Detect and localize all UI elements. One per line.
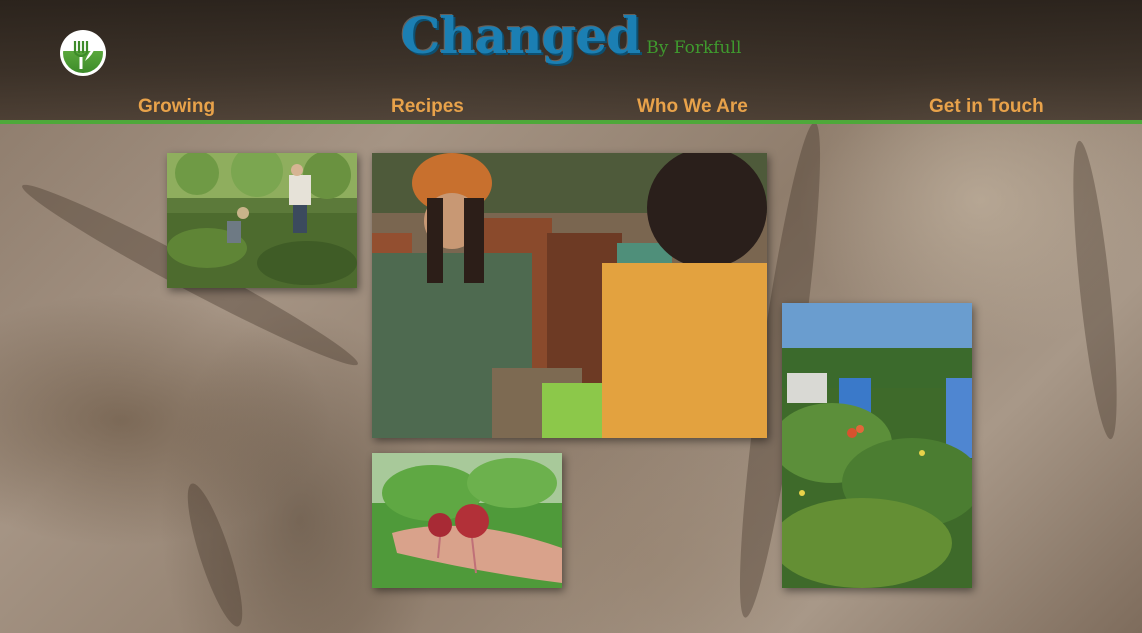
- site-subtitle: By Forkfull: [646, 38, 742, 58]
- nav-item-get-in-touch[interactable]: Get in Touch: [929, 96, 1044, 118]
- site-title[interactable]: Changed: [401, 6, 642, 65]
- nav-item-recipes[interactable]: Recipes: [391, 96, 464, 118]
- brand: Changed By Forkfull: [0, 6, 1142, 65]
- nav-item-growing[interactable]: Growing: [138, 96, 215, 118]
- photo-women-vegetables[interactable]: [372, 153, 767, 438]
- site-header: Changed By Forkfull Growing Recipes Who W…: [0, 0, 1142, 124]
- rock-texture: [1064, 139, 1126, 441]
- nav-item-who-we-are[interactable]: Who We Are: [637, 96, 748, 118]
- photo-radishes-hand[interactable]: [372, 453, 562, 588]
- main-nav: Growing Recipes Who We Are Get in Touch: [0, 96, 1142, 120]
- photo-community-garden[interactable]: [782, 303, 972, 588]
- photo-gardeners-field[interactable]: [167, 153, 357, 288]
- rock-texture: [177, 479, 253, 631]
